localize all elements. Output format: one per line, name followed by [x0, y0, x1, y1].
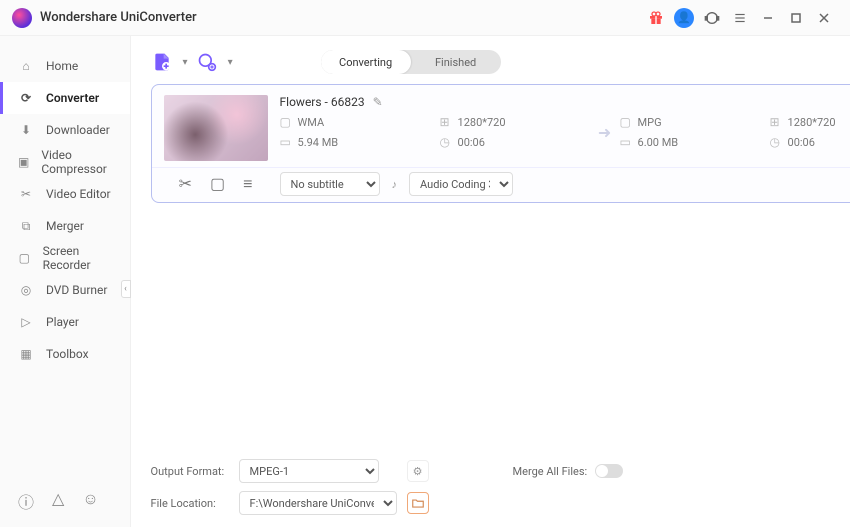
toolbox-icon: ▦ — [18, 347, 34, 361]
rename-icon[interactable]: ✎ — [373, 95, 383, 109]
tab-converting[interactable]: Converting — [321, 50, 411, 74]
recorder-icon: ▢ — [18, 251, 31, 265]
src-format: ▢WMA — [280, 115, 440, 129]
close-button[interactable] — [810, 4, 838, 32]
gift-icon[interactable] — [642, 4, 670, 32]
file-card: Flowers - 66823 ✎ ▢WMA ⊞1280*720 ➜ ▢MPG … — [151, 84, 850, 203]
sidebar-item-toolbox[interactable]: ▦ Toolbox — [0, 338, 130, 370]
dst-duration: ◷00:06 — [770, 135, 850, 149]
play-icon: ▷ — [18, 315, 34, 329]
chevron-down-icon[interactable]: ▾ — [228, 57, 233, 68]
subtitle-select[interactable]: No subtitle — [280, 172, 380, 196]
file-location-label: File Location: — [151, 497, 231, 510]
src-duration: ◷00:06 — [440, 135, 590, 149]
home-icon: ⌂ — [18, 59, 34, 73]
tabs: Converting Finished — [321, 50, 501, 74]
folder-icon: ▭ — [620, 135, 632, 149]
titlebar: Wondershare UniConverter 👤 — [0, 0, 850, 36]
sidebar-item-merger[interactable]: ⧉ Merger — [0, 210, 130, 242]
sidebar-item-player[interactable]: ▷ Player — [0, 306, 130, 338]
chevron-down-icon[interactable]: ▾ — [183, 57, 188, 68]
video-thumbnail[interactable] — [164, 95, 268, 161]
sidebar-label: Converter — [46, 91, 99, 105]
resolution-icon: ⊞ — [770, 115, 782, 129]
tab-finished[interactable]: Finished — [411, 50, 501, 74]
dst-format: ▢MPG — [620, 115, 770, 129]
audio-icon: ♪ — [392, 178, 398, 191]
sidebar: ⌂ Home ⟳ Converter ⬇ Downloader ▣ Video Comp… — [0, 36, 131, 527]
add-files-button[interactable] — [151, 51, 173, 73]
sidebar-item-editor[interactable]: ✂ Video Editor — [0, 178, 130, 210]
video-icon: ▢ — [280, 115, 292, 129]
add-url-button[interactable] — [196, 51, 218, 73]
sidebar-label: Home — [46, 59, 78, 73]
sidebar-label: DVD Burner — [46, 283, 107, 297]
sidebar-label: Merger — [46, 219, 84, 233]
sidebar-item-downloader[interactable]: ⬇ Downloader — [0, 114, 130, 146]
disc-icon: ◎ — [18, 283, 34, 297]
arrow-right-icon: ➜ — [590, 123, 620, 142]
dst-size: ▭6.00 MB — [620, 135, 770, 149]
folder-icon: ▭ — [280, 135, 292, 149]
sidebar-label: Player — [46, 315, 79, 329]
video-icon: ▢ — [620, 115, 632, 129]
app-title: Wondershare UniConverter — [40, 10, 197, 25]
maximize-button[interactable] — [782, 4, 810, 32]
src-resolution: ⊞1280*720 — [440, 115, 590, 129]
support-icon[interactable] — [698, 4, 726, 32]
resolution-icon: ⊞ — [440, 115, 452, 129]
minimize-button[interactable] — [754, 4, 782, 32]
clock-icon: ◷ — [440, 135, 452, 149]
dst-resolution: ⊞1280*720 — [770, 115, 850, 129]
output-format-label: Output Format: — [151, 465, 231, 478]
file-location-select[interactable]: F:\Wondershare UniConverter — [239, 491, 397, 515]
trim-icon[interactable]: ✂ — [179, 174, 192, 194]
sidebar-item-home[interactable]: ⌂ Home — [0, 50, 130, 82]
sidebar-label: Toolbox — [46, 347, 89, 361]
output-settings-button[interactable]: ⚙ — [407, 460, 429, 482]
sidebar-label: Screen Recorder — [43, 244, 112, 272]
clock-icon: ◷ — [770, 135, 782, 149]
compressor-icon: ▣ — [18, 155, 29, 169]
file-name: Flowers - 66823 — [280, 95, 365, 109]
effects-icon[interactable]: ≡ — [243, 174, 252, 194]
output-format-select[interactable]: MPEG-1 — [239, 459, 379, 483]
sidebar-label: Video Editor — [46, 187, 111, 201]
sidebar-label: Video Compressor — [41, 148, 111, 176]
src-size: ▭5.94 MB — [280, 135, 440, 149]
sidebar-item-recorder[interactable]: ▢ Screen Recorder — [0, 242, 130, 274]
sidebar-item-compressor[interactable]: ▣ Video Compressor — [0, 146, 130, 178]
collapse-sidebar-button[interactable]: ‹ — [121, 280, 131, 298]
sidebar-label: Downloader — [46, 123, 110, 137]
merge-label: Merge All Files: — [513, 465, 588, 478]
sidebar-item-converter[interactable]: ⟳ Converter — [0, 82, 130, 114]
converter-icon: ⟳ — [18, 91, 34, 105]
content: ▾ ▾ Converting Finished ⚡ High Speed Con… — [131, 36, 850, 527]
merge-toggle[interactable] — [595, 464, 623, 478]
merge-icon: ⧉ — [18, 219, 34, 234]
open-folder-button[interactable] — [407, 492, 429, 514]
download-icon: ⬇ — [18, 123, 34, 137]
feedback-icon[interactable]: ☺ — [82, 489, 98, 513]
help-icon[interactable]: ⓘ — [18, 489, 34, 513]
menu-icon[interactable] — [726, 4, 754, 32]
sidebar-item-dvd[interactable]: ◎ DVD Burner — [0, 274, 130, 306]
audio-track-select[interactable]: Audio Coding 3 — [409, 172, 513, 196]
scissors-icon: ✂ — [18, 187, 34, 201]
crop-icon[interactable]: ▢ — [210, 174, 225, 194]
notifications-icon[interactable]: △ — [52, 489, 64, 513]
account-icon[interactable]: 👤 — [670, 4, 698, 32]
app-logo-icon — [12, 8, 32, 28]
